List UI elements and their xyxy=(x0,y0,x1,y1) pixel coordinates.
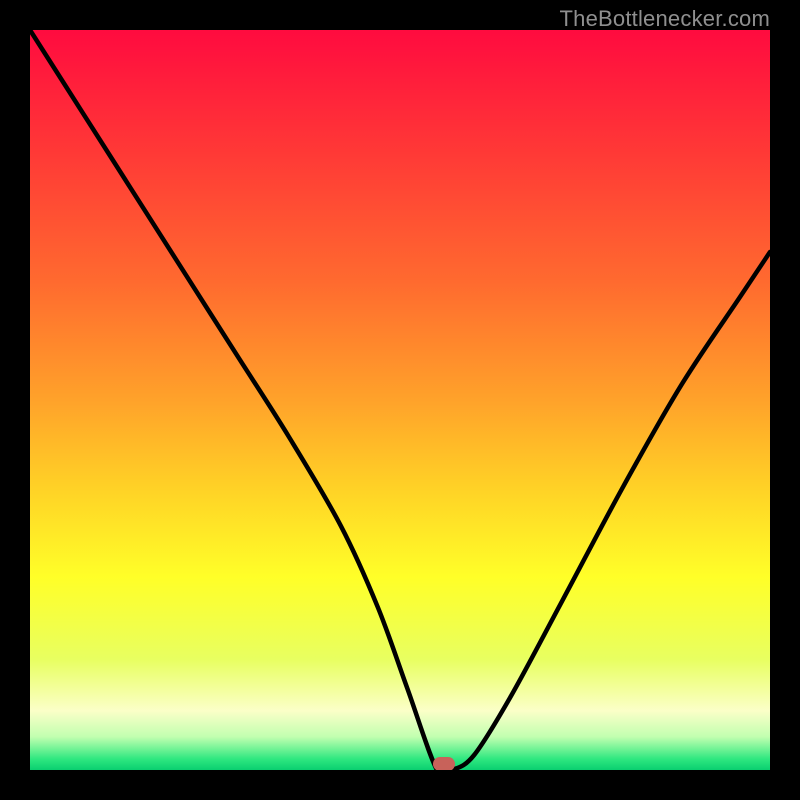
optimal-point-marker xyxy=(433,757,455,770)
chart-stage: TheBottlenecker.com xyxy=(0,0,800,800)
plot-area xyxy=(30,30,770,770)
source-credit: TheBottlenecker.com xyxy=(560,6,770,32)
bottleneck-curve xyxy=(30,30,770,770)
